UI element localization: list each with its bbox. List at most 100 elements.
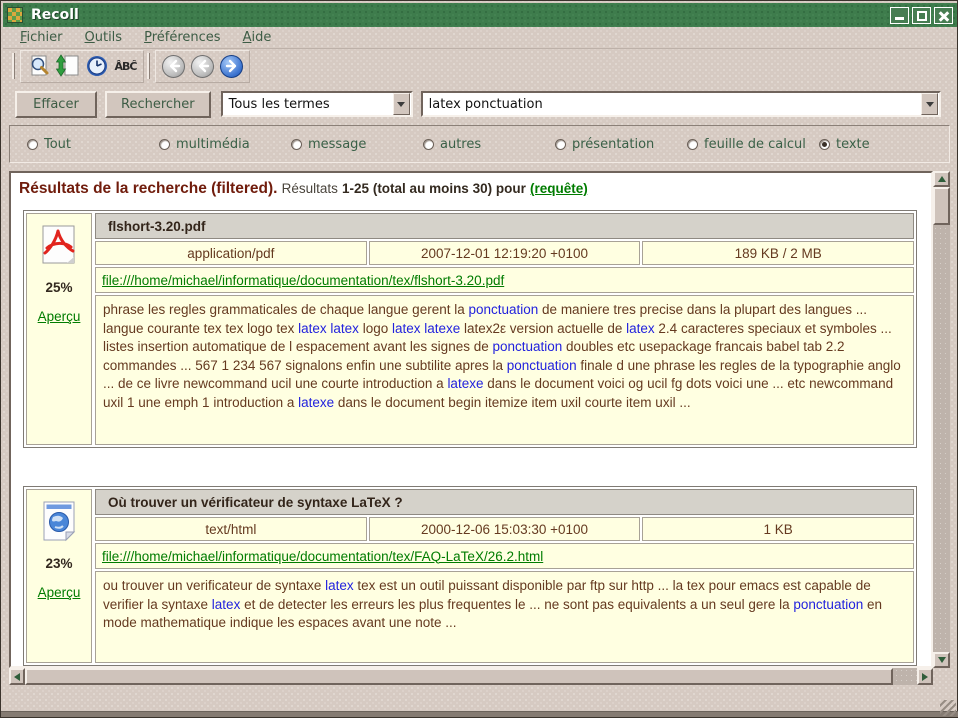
search-row: Effacer Rechercher Tous les termes: [3, 87, 957, 121]
result-title: flshort-3.20.pdf: [95, 213, 914, 239]
search-mode-select[interactable]: Tous les termes: [221, 91, 413, 117]
html-file-icon: [41, 500, 77, 542]
first-page-button[interactable]: [160, 53, 187, 80]
scrollbar-corner: [933, 668, 950, 685]
title-bar: Recoll: [3, 3, 957, 27]
radio-icon: [687, 139, 698, 150]
query-detail-link[interactable]: (requête): [530, 181, 588, 196]
preview-link[interactable]: Aperçu: [38, 585, 81, 600]
result-1-sidebar: 25% Aperçu: [26, 213, 92, 445]
clock-icon: [85, 54, 109, 78]
sort-parameters-button[interactable]: [54, 53, 81, 80]
scroll-down-button[interactable]: [933, 652, 950, 668]
maximize-button[interactable]: [912, 7, 931, 24]
document-sort-icon: [56, 54, 80, 78]
arrow-left-icon: [14, 673, 20, 681]
resize-grip-icon[interactable]: [940, 700, 956, 716]
result-title: Où trouver un vérificateur de syntaxe La…: [95, 489, 914, 515]
filter-radio-tout[interactable]: Tout: [27, 137, 159, 152]
radio-icon: [291, 139, 302, 150]
scroll-left-button[interactable]: [9, 668, 25, 685]
horizontal-scrollbar-track[interactable]: [893, 668, 917, 685]
sort-by-date-button[interactable]: [83, 53, 110, 80]
query-combobox: [421, 91, 941, 117]
results-header: Résultats de la recherche (filtered). Ré…: [17, 177, 925, 198]
minimize-icon: [895, 17, 904, 20]
filter-radio-presentation[interactable]: présentation: [555, 137, 687, 152]
arrow-left-icon: [162, 55, 185, 78]
filter-radio-texte[interactable]: texte: [819, 137, 870, 152]
filter-radio-feuille-de-calcul[interactable]: feuille de calcul: [687, 137, 819, 152]
vertical-scrollbar-track[interactable]: [933, 225, 950, 652]
radio-icon: [159, 139, 170, 150]
chevron-down-icon: [926, 102, 934, 107]
arrow-up-icon: [938, 176, 946, 182]
result-date: 2000-12-06 15:03:30 +0100: [369, 517, 641, 541]
close-button[interactable]: [934, 7, 953, 24]
result-url-link[interactable]: file:///home/michael/informatique/docume…: [102, 549, 543, 564]
menu-aide[interactable]: Aide: [234, 28, 281, 47]
results-range: 1-25 (total au moins 30) pour: [342, 181, 526, 196]
search-mode-value: Tous les termes: [223, 97, 392, 112]
pdf-file-icon: [40, 224, 78, 266]
search-button[interactable]: Rechercher: [105, 91, 211, 118]
menu-bar: Fichier Outils Préférences Aide: [3, 27, 957, 49]
category-filter-frame: Tout multimédia message autres présentat…: [9, 125, 950, 163]
arrow-down-icon: [938, 657, 946, 663]
show-query-detail-button[interactable]: [25, 53, 52, 80]
query-history-arrow-button[interactable]: [921, 93, 938, 115]
search-query-input[interactable]: [423, 97, 920, 112]
minimize-button[interactable]: [890, 7, 909, 24]
window-bottom-edge: [1, 711, 958, 717]
clear-button[interactable]: Effacer: [15, 91, 97, 118]
recoll-app-icon: [7, 7, 23, 23]
radio-icon: [819, 139, 830, 150]
arrow-right-icon: [220, 55, 243, 78]
dropdown-arrow-button[interactable]: [393, 93, 410, 115]
result-meta-row: text/html 2000-12-06 15:03:30 +0100 1 KB: [95, 517, 914, 541]
result-url-row: file:///home/michael/informatique/docume…: [95, 267, 914, 293]
term-explorer-button[interactable]: ÂBĈ: [112, 53, 139, 80]
results-prefix: Résultats: [282, 181, 338, 196]
radio-icon: [555, 139, 566, 150]
horizontal-scrollbar[interactable]: [9, 668, 933, 685]
recoll-window: Recoll Fichier Outils Préférences Aide: [0, 0, 958, 718]
menu-outils[interactable]: Outils: [76, 28, 132, 47]
previous-page-button[interactable]: [189, 53, 216, 80]
toolbar-handle[interactable]: [12, 53, 17, 79]
next-page-button[interactable]: [218, 53, 245, 80]
filter-radio-multimedia[interactable]: multimédia: [159, 137, 291, 152]
filter-radio-autres[interactable]: autres: [423, 137, 555, 152]
vertical-scrollbar-thumb[interactable]: [933, 187, 950, 225]
abc-spell-icon: ÂBĈ: [115, 60, 137, 73]
relevance-percent: 25%: [45, 280, 72, 295]
chevron-down-icon: [397, 102, 405, 107]
menu-fichier[interactable]: Fichier: [11, 28, 72, 47]
arrow-left-icon: [191, 55, 214, 78]
preview-link[interactable]: Aperçu: [38, 309, 81, 324]
result-item-1: 25% Aperçu flshort-3.20.pdf application/…: [23, 210, 917, 448]
result-size: 1 KB: [642, 517, 914, 541]
result-mime-type: application/pdf: [95, 241, 367, 265]
toolbar-handle[interactable]: [147, 53, 152, 79]
document-magnifier-icon: [27, 54, 51, 78]
horizontal-scrollbar-thumb[interactable]: [25, 668, 893, 685]
radio-icon: [27, 139, 38, 150]
result-url-link[interactable]: file:///home/michael/informatique/docume…: [102, 273, 504, 288]
result-size: 189 KB / 2 MB: [642, 241, 914, 265]
filter-radio-message[interactable]: message: [291, 137, 423, 152]
arrow-right-icon: [922, 673, 928, 681]
toolbar: ÂBĈ: [3, 49, 957, 83]
result-mime-type: text/html: [95, 517, 367, 541]
maximize-icon: [917, 11, 927, 21]
scroll-right-button[interactable]: [917, 668, 933, 685]
result-snippet: phrase les regles grammaticales de chaqu…: [95, 295, 914, 445]
result-2-main: Où trouver un vérificateur de syntaxe La…: [95, 489, 914, 663]
result-date: 2007-12-01 12:19:20 +0100: [369, 241, 641, 265]
result-item-2: 23% Aperçu Où trouver un vérificateur de…: [23, 486, 917, 666]
result-url-row: file:///home/michael/informatique/docume…: [95, 543, 914, 569]
scroll-up-button[interactable]: [933, 171, 950, 187]
vertical-scrollbar[interactable]: [933, 171, 950, 668]
result-2-sidebar: 23% Aperçu: [26, 489, 92, 663]
menu-preferences[interactable]: Préférences: [135, 28, 229, 47]
